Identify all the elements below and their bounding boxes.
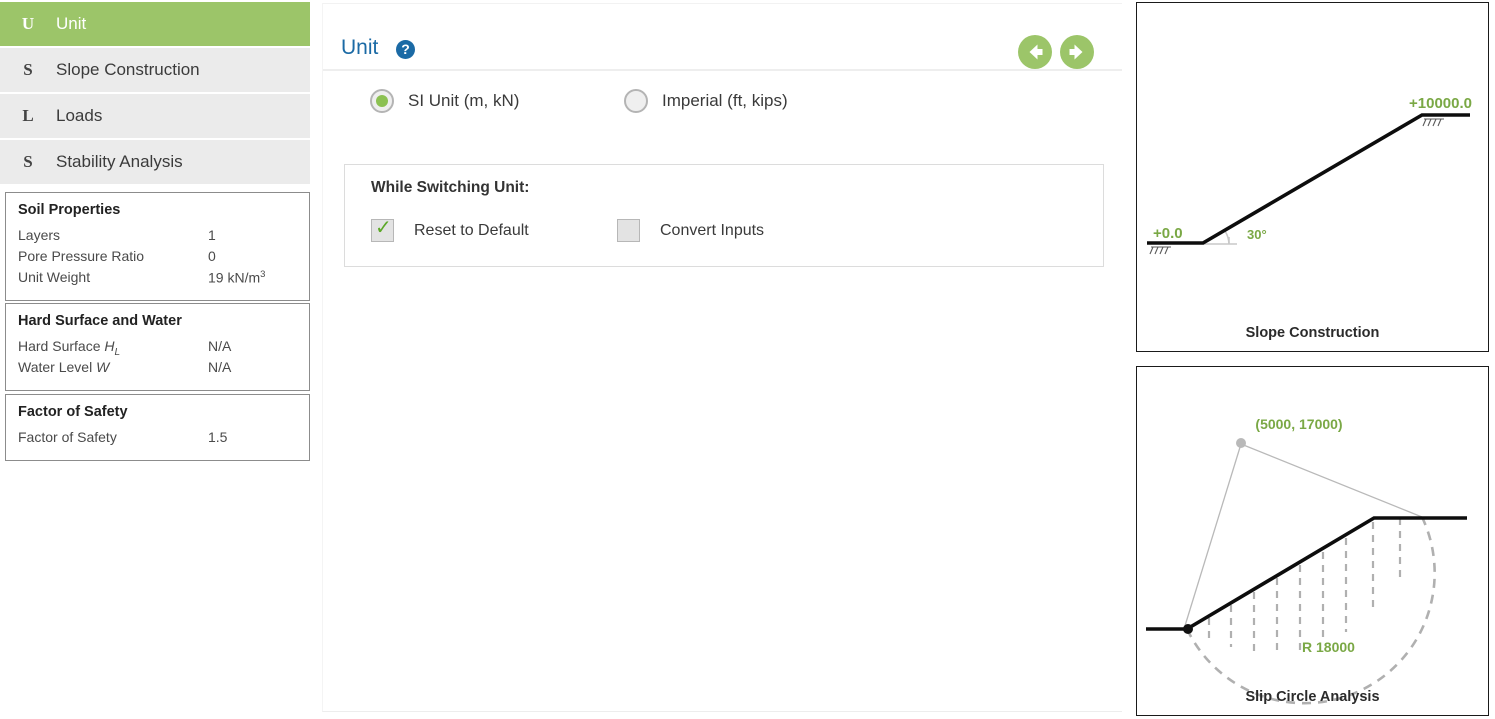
checkbox-box-icon: ✓ xyxy=(617,219,640,242)
sidebar-item-letter: U xyxy=(21,14,35,33)
slope-angle-label: 30° xyxy=(1247,227,1267,242)
while-switching-unit-fieldset: While Switching Unit: ✓ Reset to Default… xyxy=(344,164,1104,267)
slip-radius-label: R 18000 xyxy=(1302,639,1355,655)
sidebar-item-label: Stability Analysis xyxy=(56,152,183,171)
diagram-caption: Slip Circle Analysis xyxy=(1245,689,1380,705)
checkbox-label: Convert Inputs xyxy=(660,221,765,239)
row-value: N/A xyxy=(208,338,232,354)
checkbox-convert-inputs[interactable]: ✓ Convert Inputs xyxy=(617,219,764,242)
row-value: N/A xyxy=(208,359,232,375)
slip-center-label: (5000, 17000) xyxy=(1255,416,1342,432)
sidebar-item-letter: S xyxy=(23,152,33,171)
sidebar-item-slope-construction[interactable]: S Slope Construction xyxy=(0,48,310,92)
sidebar-item-unit[interactable]: U Unit xyxy=(0,2,310,46)
sidebar-item-letter: L xyxy=(22,106,34,125)
row-label: Layers xyxy=(18,227,61,243)
row-value: 1 xyxy=(208,227,216,243)
arrow-left-circle-icon[interactable] xyxy=(1017,34,1053,70)
sidebar-item-loads[interactable]: L Loads xyxy=(0,94,310,138)
row-label: Hard Surface HL xyxy=(18,338,121,358)
summary-row-hard-surface: Hard Surface HL N/A xyxy=(18,338,297,359)
checkbox-box-icon: ✓ xyxy=(371,215,394,242)
application-window: U Unit S Slope Construction L Loads S St… xyxy=(0,0,1495,719)
radio-label: Imperial (ft, kips) xyxy=(662,91,788,110)
radio-imperial-unit[interactable]: Imperial (ft, kips) xyxy=(624,89,788,113)
slip-circle-analysis-diagram-panel: (5000, 17000) R 18000 Slip Circle Analys… xyxy=(1136,366,1489,716)
main-content-panel: Unit ? SI Unit (m, kN) Imperial (ft, kip… xyxy=(322,3,1122,712)
radio-circle-icon xyxy=(624,89,648,113)
slope-construction-drawing: +0.0 +10000.0 30° xyxy=(1147,95,1472,255)
unit-radio-group: SI Unit (m, kN) Imperial (ft, kips) xyxy=(323,89,1123,139)
sidebar: U Unit S Slope Construction L Loads S St… xyxy=(0,0,312,719)
row-label: Water Level W xyxy=(18,359,110,375)
row-label: Factor of Safety xyxy=(18,429,117,445)
panel-title: Soil Properties xyxy=(18,202,121,218)
row-value: 1.5 xyxy=(208,429,228,445)
arrow-right-circle-icon[interactable] xyxy=(1059,34,1095,70)
sidebar-item-letter: S xyxy=(23,60,33,79)
summary-row-water-level: Water Level W N/A xyxy=(18,359,297,380)
summary-row-unit-weight: Unit Weight 19 kN/m3 xyxy=(18,269,297,290)
fieldset-title: While Switching Unit: xyxy=(371,179,530,196)
main-header: Unit ? xyxy=(323,4,1122,71)
radio-circle-icon xyxy=(370,89,394,113)
sidebar-item-label: Unit xyxy=(56,14,87,33)
slope-construction-diagram-panel: +0.0 +10000.0 30° Slope Construction xyxy=(1136,2,1489,352)
hard-surface-water-panel: Hard Surface and Water Hard Surface HL N… xyxy=(5,303,310,391)
panel-title: Hard Surface and Water xyxy=(18,313,182,329)
summary-row-factor-of-safety: Factor of Safety 1.5 xyxy=(18,429,297,450)
soil-properties-panel: Soil Properties Layers 1 Pore Pressure R… xyxy=(5,192,310,301)
row-value: 19 kN/m3 xyxy=(208,269,266,286)
factor-of-safety-panel: Factor of Safety Factor of Safety 1.5 xyxy=(5,394,310,461)
row-value: 0 xyxy=(208,248,216,264)
radio-si-unit[interactable]: SI Unit (m, kN) xyxy=(370,89,519,113)
sidebar-item-label: Loads xyxy=(56,106,103,125)
page-title: Unit xyxy=(341,36,379,59)
diagram-caption: Slope Construction xyxy=(1245,325,1380,341)
sidebar-item-label: Slope Construction xyxy=(56,60,200,79)
row-label: Unit Weight xyxy=(18,269,91,285)
panel-title: Factor of Safety xyxy=(18,404,128,420)
row-label: Pore Pressure Ratio xyxy=(18,248,145,264)
slip-circle-analysis-drawing: (5000, 17000) R 18000 xyxy=(1146,416,1467,705)
sidebar-nav: U Unit S Slope Construction L Loads S St… xyxy=(0,2,310,186)
checkbox-label: Reset to Default xyxy=(414,221,529,239)
check-mark-icon: ✓ xyxy=(375,215,392,239)
summary-row-layers: Layers 1 xyxy=(18,227,297,248)
slope-base-elevation-label: +0.0 xyxy=(1153,225,1183,242)
checkbox-reset-to-default[interactable]: ✓ Reset to Default xyxy=(371,215,529,242)
radio-label: SI Unit (m, kN) xyxy=(408,91,520,110)
question-mark-icon[interactable]: ? xyxy=(396,40,415,59)
sidebar-item-stability-analysis[interactable]: S Stability Analysis xyxy=(0,140,310,184)
slope-crest-elevation-label: +10000.0 xyxy=(1409,95,1472,112)
summary-row-pore-pressure-ratio: Pore Pressure Ratio 0 xyxy=(18,248,297,269)
